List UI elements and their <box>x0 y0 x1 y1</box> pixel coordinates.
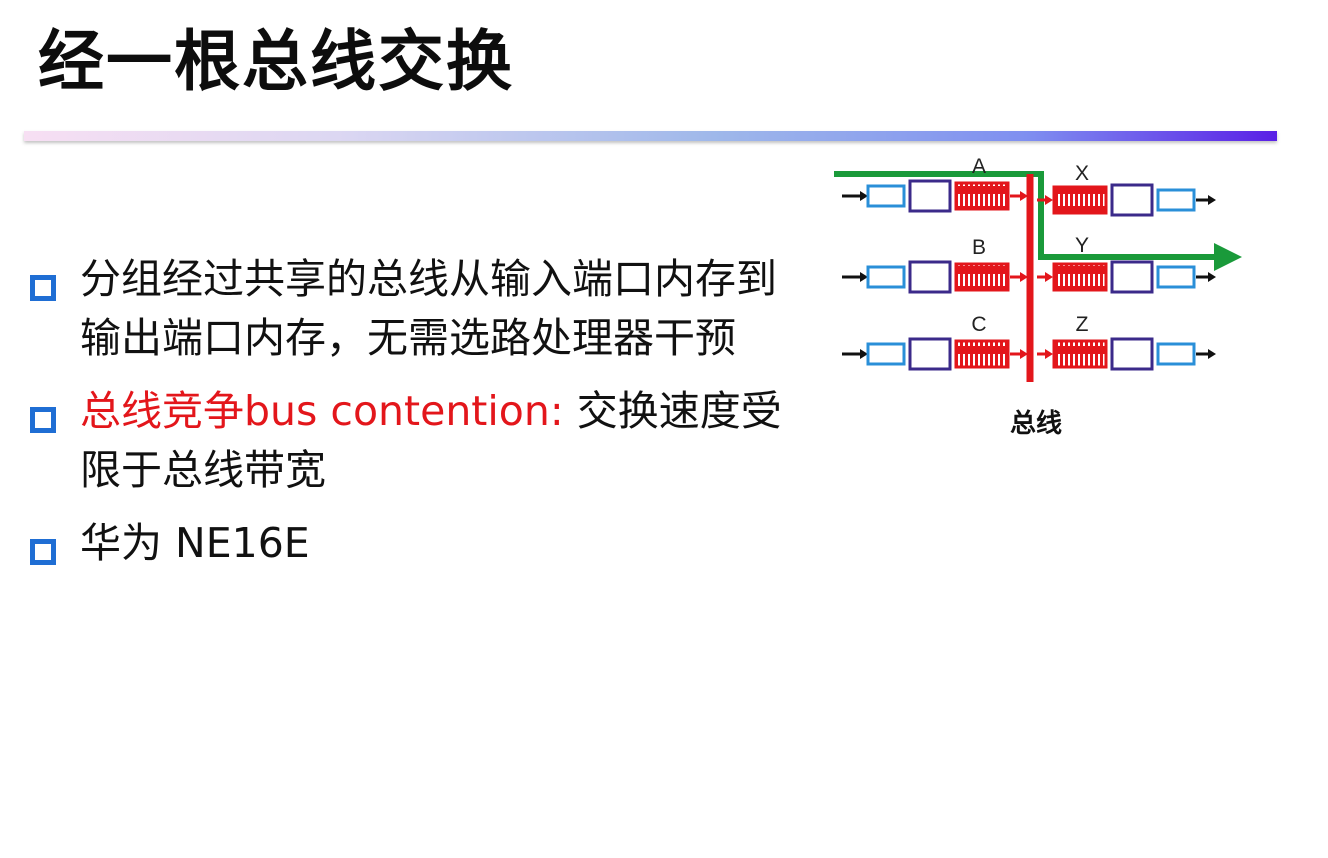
bullet-item-shared-bus: 分组经过共享的总线从输入端口内存到输出端口内存，无需选路处理器干预 <box>30 250 790 368</box>
output-port-label: Y <box>1075 234 1089 257</box>
input-port-row <box>842 337 1028 371</box>
input-port-row <box>842 179 1028 213</box>
bullet-text: 分组经过共享的总线从输入端口内存到输出端口内存，无需选路处理器干预 <box>80 255 777 362</box>
output-port-row <box>1037 260 1216 294</box>
diagram-caption: 总线 <box>1010 409 1062 439</box>
output-port-row <box>1037 337 1216 371</box>
path-arrowhead-icon <box>1214 243 1242 271</box>
slide-title: 经一根总线交换 <box>38 23 514 100</box>
bullet-square-icon <box>30 539 56 565</box>
input-port-label: A <box>972 155 986 178</box>
bullet-highlight-text: 总线竞争bus contention: <box>80 387 564 435</box>
bullet-square-icon <box>30 407 56 433</box>
output-port-label: X <box>1075 162 1089 185</box>
bullet-list: 分组经过共享的总线从输入端口内存到输出端口内存，无需选路处理器干预 总线竞争bu… <box>30 250 790 587</box>
input-port-label: B <box>972 236 986 259</box>
title-divider <box>24 131 1277 141</box>
bullet-item-bus-contention: 总线竞争bus contention: 交换速度受限于总线带宽 <box>30 382 790 500</box>
bus-switching-diagram: A B C X Y Z 总线 <box>834 155 1242 439</box>
bullet-item-huawei: 华为 NE16E <box>30 514 790 573</box>
bullet-text: 华为 NE16E <box>80 519 310 567</box>
bullet-square-icon <box>30 275 56 301</box>
input-port-label: C <box>971 313 986 336</box>
output-port-label: Z <box>1076 313 1089 336</box>
input-port-row <box>842 260 1028 294</box>
output-port-row <box>1037 183 1216 217</box>
